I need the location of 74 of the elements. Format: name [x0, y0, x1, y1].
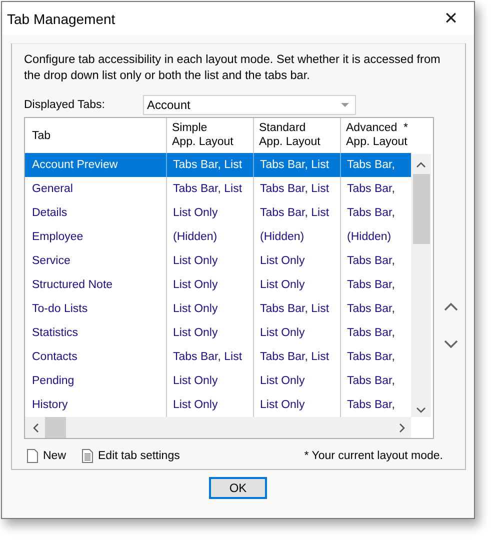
tab-name-cell: Service	[25, 249, 167, 273]
text-document-icon	[82, 449, 94, 463]
table-row[interactable]: Statistics List Only List Only Tabs Bar,	[25, 321, 411, 345]
layout-cell: Tabs Bar, List	[254, 153, 341, 177]
scroll-thumb[interactable]	[45, 417, 66, 438]
scroll-up-icon[interactable]	[416, 162, 426, 168]
close-button[interactable]: ✕	[428, 2, 474, 35]
table-row[interactable]: General Tabs Bar, List Tabs Bar, List Tabs Bar,	[25, 177, 411, 201]
caret-icon	[341, 103, 349, 107]
tab-name-cell: Contacts	[25, 345, 167, 369]
layout-cell-text: (Hidden)	[346, 230, 392, 245]
scroll-thumb[interactable]	[413, 174, 430, 244]
layout-cell: Tabs Bar, List	[254, 345, 341, 369]
tab-name-cell: Account Preview	[25, 153, 167, 177]
layout-cell: List Only	[167, 201, 254, 225]
tab-name-cell: General	[25, 177, 167, 201]
layout-cell: Tabs Bar, List	[167, 345, 254, 369]
table-row[interactable]: To-do Lists List Only Tabs Bar, List Tabs Bar,	[25, 297, 411, 321]
tab-name-cell: Details	[25, 201, 167, 225]
layout-cell: Tabs Bar, List	[167, 177, 254, 201]
layout-cell: (Hidden)	[254, 225, 341, 249]
table-row[interactable]: Pending List Only List Only Tabs Bar,	[25, 369, 411, 393]
column-header[interactable]: Advanced * App. Layout	[341, 118, 411, 153]
window-title: Tab Management	[7, 10, 116, 26]
table-row[interactable]: Contacts Tabs Bar, List Tabs Bar, List Tabs Bar,	[25, 345, 411, 369]
layout-cell-text: Tabs Bar,	[346, 326, 396, 341]
table-row[interactable]: Employee (Hidden) (Hidden) (Hidden)	[25, 225, 411, 249]
layout-cell: List Only	[254, 321, 341, 345]
layout-cell: List Only	[254, 273, 341, 297]
table-row[interactable]: Account Preview Tabs Bar, List Tabs Bar, List Tabs Bar,	[25, 153, 411, 177]
horizontal-scrollbar[interactable]	[25, 417, 411, 438]
layout-cell-text: Tabs Bar,	[346, 398, 396, 413]
layout-cell-text: Tabs Bar,	[346, 302, 396, 317]
layout-cell: (Hidden)	[167, 225, 254, 249]
scroll-left-icon[interactable]	[33, 422, 39, 432]
layout-cell: List Only	[167, 249, 254, 273]
action-link[interactable]: New	[27, 449, 66, 463]
layout-cell: List Only	[167, 297, 254, 321]
layout-cell-text: Tabs Bar,	[346, 374, 396, 389]
layout-cell-text: Tabs Bar,	[346, 254, 396, 269]
layout-cell: List Only	[167, 321, 254, 345]
layout-cell: Tabs Bar, List	[254, 297, 341, 321]
layout-cell: Tabs Bar, List	[254, 201, 341, 225]
action-link[interactable]: Edit tab settings	[82, 449, 180, 463]
move-down-icon[interactable]	[444, 340, 458, 349]
scroll-right-icon[interactable]	[399, 422, 405, 432]
tab-name-cell: Pending	[25, 369, 167, 393]
layout-cell-text: Tabs Bar,	[346, 158, 396, 173]
move-up-icon[interactable]	[444, 302, 458, 311]
table-row[interactable]: Structured Note List Only List Only Tabs Bar,	[25, 273, 411, 297]
table-row[interactable]: Details List Only Tabs Bar, List Tabs Bar,	[25, 201, 411, 225]
vertical-scrollbar[interactable]	[411, 154, 431, 417]
layout-cell-text: Tabs Bar,	[346, 206, 396, 221]
displayed-tabs-dropdown[interactable]: Account	[143, 95, 356, 115]
layout-cell-text: Tabs Bar,	[346, 350, 396, 365]
displayed-tabs-label: Displayed Tabs:	[24, 99, 106, 111]
layout-cell-text: Tabs Bar,	[346, 182, 396, 197]
ok-button[interactable]: OK	[209, 477, 267, 499]
description-text: Configure tab accessibility in each layout mode. Set whether it is accessed from the drop down list only or both the list and the tabs bar.	[24, 51, 442, 83]
layout-cell: List Only	[167, 273, 254, 297]
layout-cell: List Only	[167, 369, 254, 393]
tab-name-cell: To-do Lists	[25, 297, 167, 321]
layout-cell: List Only	[254, 249, 341, 273]
layout-cell: Tabs Bar, List	[167, 153, 254, 177]
scroll-down-icon[interactable]	[416, 407, 426, 413]
layout-cell-text: Tabs Bar,	[346, 278, 396, 293]
footnote-text: * Your current layout mode.	[304, 450, 443, 462]
document-icon	[27, 449, 38, 463]
table-row[interactable]: Service List Only List Only Tabs Bar,	[25, 249, 411, 273]
layout-cell: Tabs Bar, List	[254, 177, 341, 201]
tab-name-cell: Employee	[25, 225, 167, 249]
tab-name-cell: Structured Note	[25, 273, 167, 297]
tab-name-cell: Statistics	[25, 321, 167, 345]
layout-cell: List Only	[254, 369, 341, 393]
